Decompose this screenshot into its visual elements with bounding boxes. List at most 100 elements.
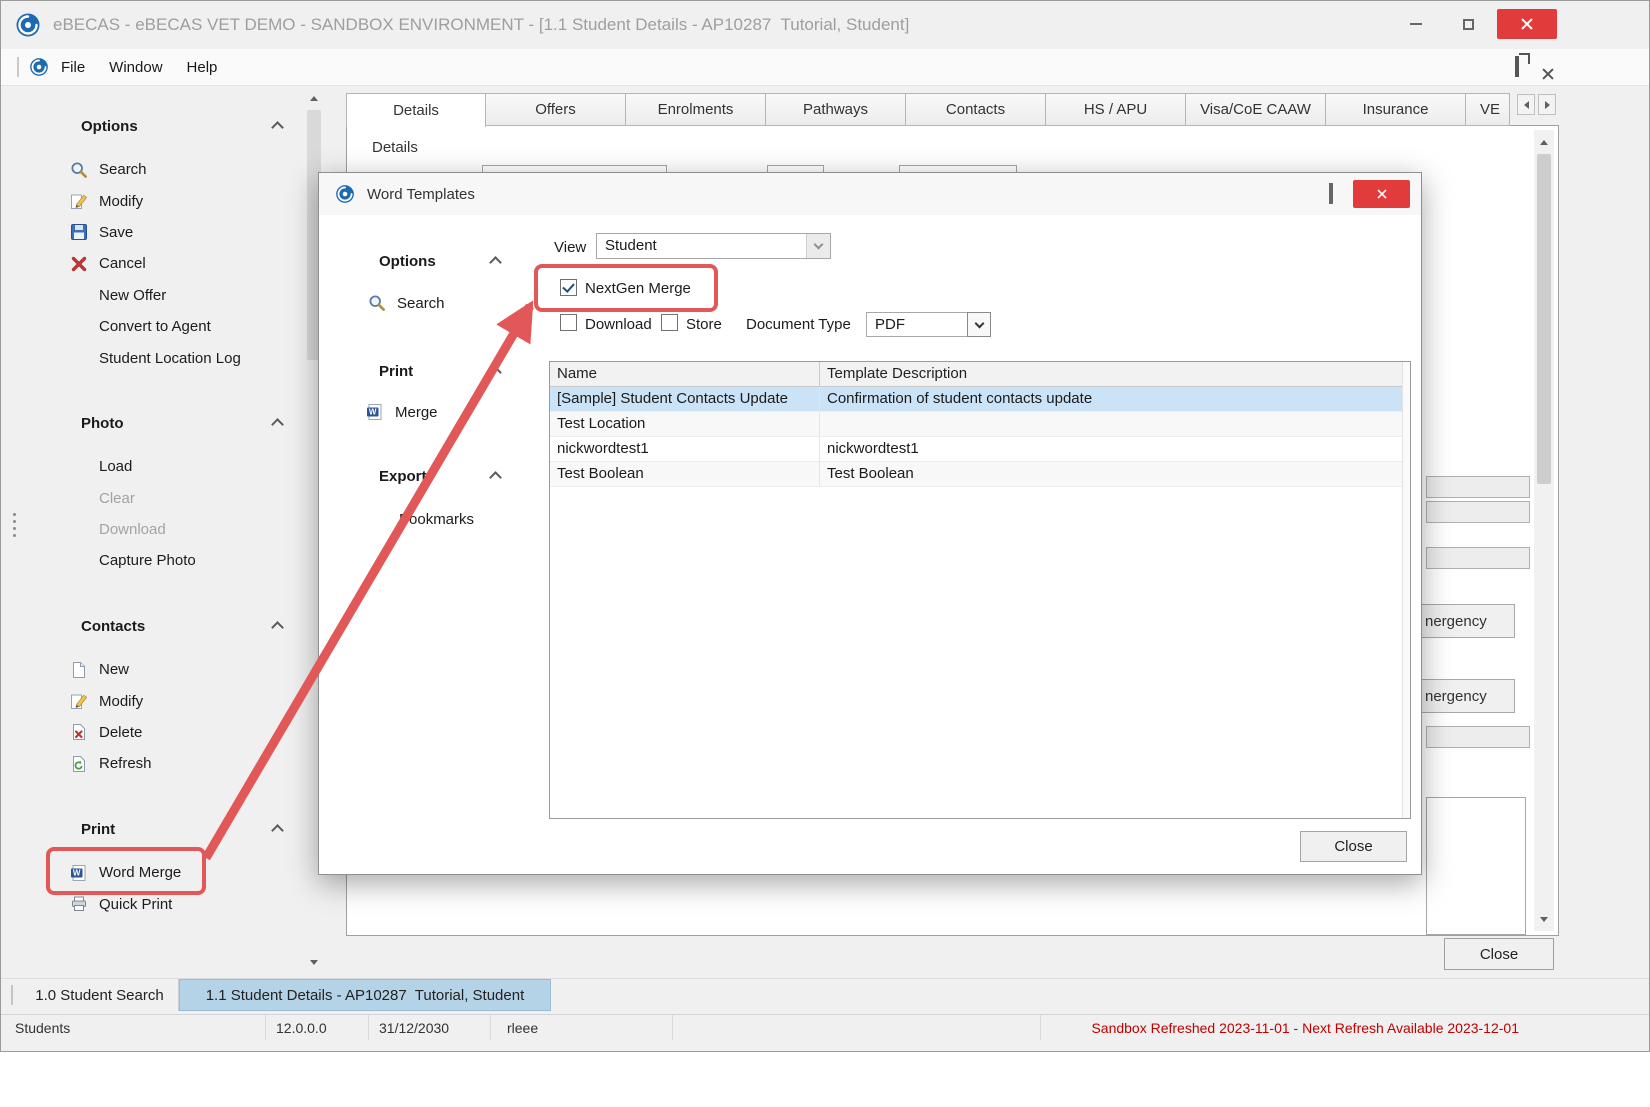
- tab-pathways[interactable]: Pathways: [766, 93, 906, 126]
- document-type-label: Document Type: [746, 316, 851, 333]
- nextgen-merge-checkbox[interactable]: [560, 279, 577, 296]
- main-close-button[interactable]: Close: [1444, 938, 1554, 970]
- form-field-fragment: [1426, 476, 1530, 498]
- right-arrow-icon: [1545, 101, 1550, 109]
- tab-contacts[interactable]: Contacts: [906, 93, 1046, 126]
- tab-offers[interactable]: Offers: [486, 93, 626, 126]
- item-label: Capture Photo: [99, 552, 196, 569]
- section-title: Photo: [81, 415, 124, 432]
- tab-scroll-right-button[interactable]: [1538, 94, 1556, 115]
- form-field-fragment: [1426, 501, 1530, 523]
- sidebar-item-capture-photo[interactable]: Capture Photo: [16, 545, 302, 576]
- sidebar-header-options[interactable]: Options: [16, 113, 302, 139]
- download-label: Download: [585, 316, 652, 333]
- tab-scroll-left-button[interactable]: [1517, 94, 1535, 115]
- scroll-down-arrow[interactable]: [1534, 909, 1554, 929]
- item-label: Modify: [99, 193, 143, 210]
- tab-insurance[interactable]: Insurance: [1326, 93, 1466, 126]
- section-title: Print: [81, 821, 115, 838]
- sidebar-item-student-location-log[interactable]: Student Location Log: [16, 342, 302, 373]
- table-row[interactable]: Test Boolean Test Boolean: [550, 462, 1410, 487]
- svg-text:W: W: [369, 408, 377, 417]
- dialog-header-export[interactable]: Export: [379, 468, 509, 485]
- sidebar-item-search[interactable]: Search: [16, 154, 302, 185]
- sidebar-section-print: Print W Word Merge Quick Print: [16, 816, 302, 920]
- word-templates-dialog: Word Templates Options Search Print W Me…: [318, 172, 1422, 875]
- sidebar-item-word-merge[interactable]: W Word Merge: [16, 857, 302, 888]
- screen-tab-student-search[interactable]: 1.0 Student Search: [21, 979, 179, 1011]
- tab-hs-apu[interactable]: HS / APU: [1046, 93, 1186, 126]
- table-row[interactable]: nickwordtest1 nickwordtest1: [550, 437, 1410, 462]
- sidebar-item-load[interactable]: Load: [16, 451, 302, 482]
- close-window-button[interactable]: [1497, 9, 1557, 39]
- sidebar-item-contact-modify[interactable]: Modify: [16, 685, 302, 716]
- minimize-button[interactable]: [1393, 9, 1439, 39]
- dialog-close-button[interactable]: Close: [1300, 831, 1407, 862]
- scroll-down-arrow[interactable]: [304, 952, 324, 972]
- dialog-item-search[interactable]: Search: [367, 293, 445, 313]
- dialog-item-merge[interactable]: W Merge: [365, 402, 438, 422]
- svg-text:W: W: [73, 868, 81, 877]
- dialog-item-bookmarks[interactable]: Bookmarks: [399, 511, 474, 528]
- menu-bar: File Window Help: [1, 49, 1649, 86]
- sidebar-section-photo: Photo Load Clear Download Capt: [16, 410, 302, 577]
- menu-file[interactable]: File: [49, 49, 97, 85]
- menu-window[interactable]: Window: [97, 49, 174, 85]
- item-label: Cancel: [99, 255, 146, 272]
- table-row[interactable]: Test Location: [550, 412, 1410, 437]
- tab-details[interactable]: Details: [346, 93, 486, 127]
- store-checkbox[interactable]: [661, 314, 678, 331]
- sidebar-header-photo[interactable]: Photo: [16, 410, 302, 436]
- search-icon: [69, 160, 89, 180]
- menu-help[interactable]: Help: [175, 49, 230, 85]
- scroll-up-arrow[interactable]: [1534, 132, 1554, 152]
- scrollbar-thumb[interactable]: [1537, 154, 1551, 484]
- sidebar-item-contact-new[interactable]: New: [16, 654, 302, 685]
- store-label: Store: [686, 316, 722, 333]
- tab-visa-coe-caaw[interactable]: Visa/CoE CAAW: [1186, 93, 1326, 126]
- status-date: 31/12/2030: [369, 1015, 491, 1040]
- combo-dropdown-button[interactable]: [967, 312, 991, 337]
- sidebar-item-download: Download: [16, 514, 302, 545]
- form-field-fragment: [1426, 797, 1526, 935]
- sidebar-item-cancel[interactable]: Cancel: [16, 248, 302, 279]
- sidebar-item-modify[interactable]: Modify: [16, 185, 302, 216]
- maximize-button[interactable]: [1445, 9, 1491, 39]
- cell-name: Test Boolean: [550, 462, 820, 486]
- dialog-header-options[interactable]: Options: [379, 253, 509, 270]
- screen-tab-student-details[interactable]: 1.1 Student Details - AP10287 Tutorial, …: [179, 979, 551, 1011]
- tab-enrolments[interactable]: Enrolments: [626, 93, 766, 126]
- dialog-close-window-button[interactable]: [1353, 180, 1410, 208]
- column-header-name[interactable]: Name: [550, 362, 820, 386]
- tab-ve[interactable]: VE: [1466, 93, 1510, 126]
- sidebar-header-print[interactable]: Print: [16, 816, 302, 842]
- sidebar-item-convert-to-agent[interactable]: Convert to Agent: [16, 311, 302, 342]
- item-label: Merge: [395, 404, 438, 421]
- search-icon: [367, 293, 387, 313]
- table-row[interactable]: [Sample] Student Contacts Update Confirm…: [550, 387, 1410, 412]
- content-scrollbar[interactable]: [1534, 130, 1554, 931]
- combo-dropdown-button[interactable]: [806, 234, 830, 258]
- empty-icon-slot: [69, 519, 89, 539]
- sidebar-item-save[interactable]: Save: [16, 217, 302, 248]
- sidebar-header-contacts[interactable]: Contacts: [16, 613, 302, 639]
- sidebar-item-contact-delete[interactable]: Delete: [16, 717, 302, 748]
- dialog-header-print[interactable]: Print: [379, 363, 509, 380]
- document-type-combobox[interactable]: PDF: [866, 312, 991, 337]
- table-scrollbar[interactable]: [1402, 362, 1410, 818]
- view-label: View: [554, 239, 586, 256]
- sidebar-item-new-offer[interactable]: New Offer: [16, 280, 302, 311]
- chevron-down-icon: [814, 240, 824, 250]
- mdi-restore-button[interactable]: [1515, 58, 1519, 76]
- app-logo-icon: [15, 12, 41, 38]
- dialog-maximize-button[interactable]: [1329, 185, 1333, 203]
- column-header-description[interactable]: Template Description: [820, 362, 1410, 386]
- item-label: Download: [99, 521, 166, 538]
- view-combobox[interactable]: Student: [596, 233, 831, 259]
- sidebar-item-quick-print[interactable]: Quick Print: [16, 888, 302, 919]
- scroll-up-arrow[interactable]: [304, 88, 324, 108]
- sidebar-item-contact-refresh[interactable]: Refresh: [16, 748, 302, 779]
- open-screens-bar: 1.0 Student Search 1.1 Student Details -…: [1, 978, 1649, 1011]
- chevron-up-icon: [489, 256, 502, 269]
- download-checkbox[interactable]: [560, 314, 577, 331]
